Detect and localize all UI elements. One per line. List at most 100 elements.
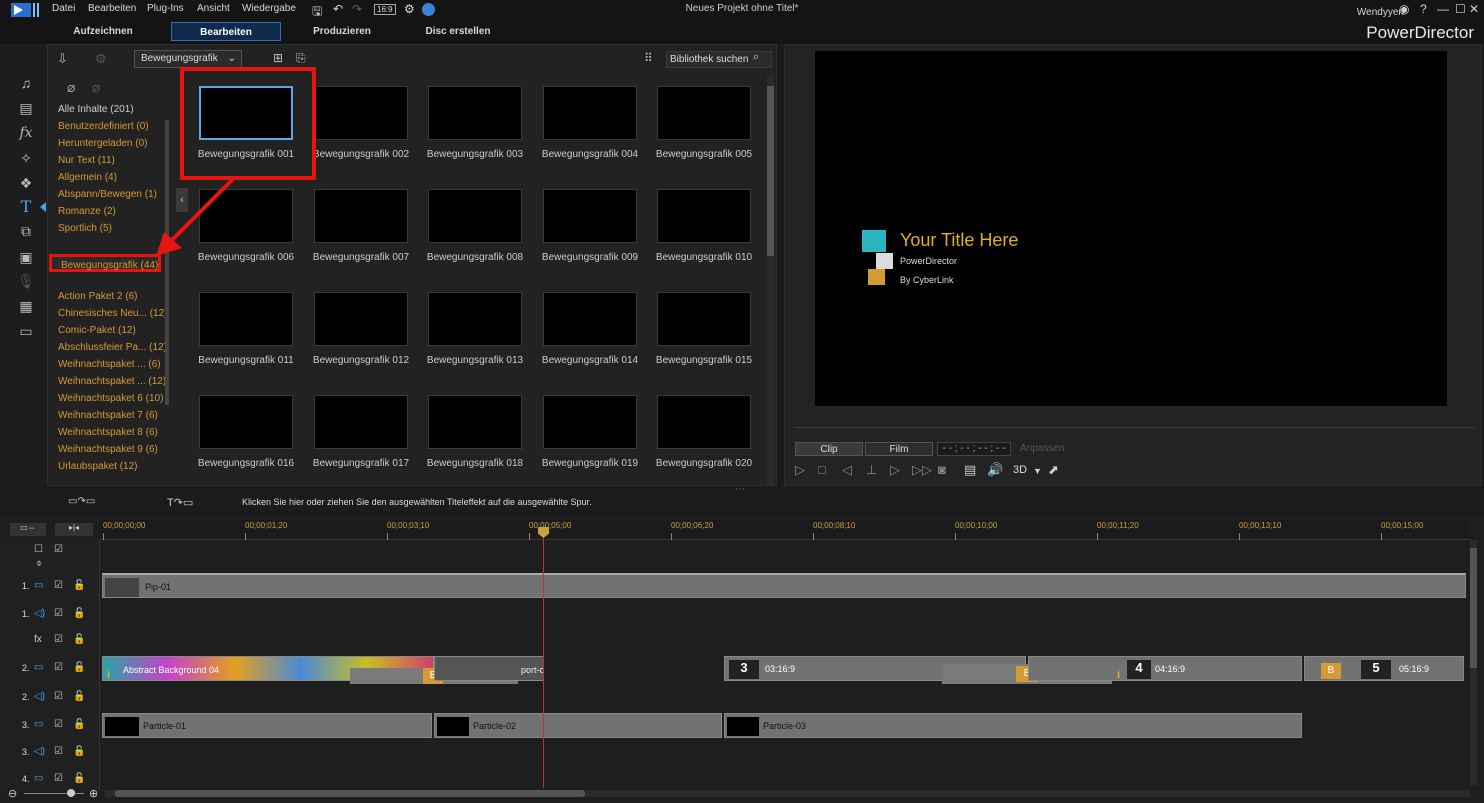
track-lock-icon[interactable]: 🔓	[73, 662, 85, 673]
zoom-slider[interactable]	[24, 793, 84, 794]
title-thumbnail[interactable]	[657, 395, 751, 449]
split-icon[interactable]: ⊥	[866, 462, 877, 478]
timeline-vertical-thumb[interactable]	[1470, 548, 1477, 668]
track-enable-checkbox[interactable]: ☑	[54, 634, 63, 645]
tab-produce[interactable]: Produzieren	[290, 22, 394, 41]
category-item[interactable]: Weihnachtspaket 9 (6)	[58, 444, 158, 455]
category-item[interactable]: Bewegungsgrafik (44)	[49, 254, 161, 272]
title-thumbnail[interactable]	[428, 292, 522, 346]
transition-room-icon[interactable]: ⧉	[14, 220, 38, 242]
title-thumbnail[interactable]	[199, 292, 293, 346]
track-enable-checkbox[interactable]: ☑	[54, 719, 63, 730]
user-avatar-icon[interactable]: ◉	[1399, 2, 1409, 16]
title-thumbnail[interactable]	[657, 86, 751, 140]
snapshot-icon[interactable]: ◙	[938, 462, 946, 477]
undock-icon[interactable]: ⬈	[1048, 462, 1059, 478]
help-icon[interactable]: ?	[1420, 2, 1427, 16]
title-thumbnail[interactable]	[314, 395, 408, 449]
remove-tag-icon[interactable]: ⌀	[92, 79, 100, 96]
voice-over-icon[interactable]: 🎙	[14, 270, 38, 292]
search-icon[interactable]: ⌕	[753, 51, 759, 64]
track-enable-checkbox[interactable]: ☑	[54, 662, 63, 673]
title-thumbnail[interactable]	[657, 189, 751, 243]
preview-screen[interactable]	[815, 51, 1447, 406]
tab-capture[interactable]: Aufzeichnen	[50, 22, 156, 41]
subtitle-icon[interactable]: ▤	[964, 462, 976, 478]
category-item[interactable]: Heruntergeladen (0)	[58, 138, 148, 149]
particle-clip-2[interactable]: Particle-02	[434, 713, 722, 738]
category-item[interactable]: Alle Inhalte (201)	[58, 104, 134, 115]
chapter-room-icon[interactable]: ▦	[14, 295, 38, 317]
category-item[interactable]: Abspann/Bewegen (1)	[58, 189, 157, 200]
port-clip[interactable]: port-c	[434, 656, 544, 681]
fx-track-icon[interactable]: fx	[34, 634, 42, 645]
title-thumbnail[interactable]	[199, 395, 293, 449]
category-item[interactable]: Action Paket 2 (6)	[58, 291, 137, 302]
category-item[interactable]: Nur Text (11)	[58, 155, 115, 166]
track-lock-icon[interactable]: 🔓	[73, 634, 85, 645]
category-item[interactable]: Benutzerdefiniert (0)	[58, 121, 149, 132]
track-lock-icon[interactable]: 🔓	[73, 746, 85, 757]
audio-mixing-room-icon[interactable]: ▣	[14, 246, 38, 268]
film-mode-button[interactable]: Film	[865, 442, 933, 456]
stop-icon[interactable]: □	[818, 462, 826, 477]
close-icon[interactable]: ✕	[1469, 2, 1479, 16]
3d-chevron-icon[interactable]: ▼	[1033, 466, 1042, 476]
media-room-icon[interactable]: ♫	[14, 72, 38, 94]
fit-dropdown[interactable]: Anpassen	[1020, 443, 1064, 454]
maximize-icon[interactable]: ☐	[1455, 2, 1466, 16]
plugin-icon[interactable]: ⚙	[95, 51, 107, 67]
tab-edit[interactable]: Bearbeiten	[171, 22, 281, 41]
title-thumbnail[interactable]	[428, 86, 522, 140]
subtitle-room-icon[interactable]: ▭	[14, 320, 38, 342]
zoom-slider-knob[interactable]	[67, 789, 75, 797]
category-item[interactable]: Romanze (2)	[58, 206, 116, 217]
timecode-display[interactable]: - - ; - - ; - - ; - -	[937, 442, 1011, 456]
import-icon[interactable]: ⇩	[57, 51, 68, 67]
title-thumbnail[interactable]	[428, 189, 522, 243]
user-name[interactable]: Wendyyen	[1357, 7, 1404, 18]
track-enable-checkbox[interactable]: ☑	[54, 608, 63, 619]
title-thumbnail[interactable]	[543, 189, 637, 243]
track-lock-icon[interactable]: 🔓	[73, 691, 85, 702]
previous-frame-icon[interactable]: ◁	[842, 462, 852, 478]
track-enable-checkbox[interactable]: ☑	[54, 746, 63, 757]
tab-create-disc[interactable]: Disc erstellen	[405, 22, 511, 41]
title-thumbnail[interactable]	[543, 292, 637, 346]
zoom-in-icon[interactable]: ⊕	[89, 787, 98, 800]
category-item[interactable]: Chinesisches Neu... (12)	[58, 308, 168, 319]
category-item[interactable]: Weihnachtspaket ... (12)	[58, 376, 166, 387]
category-item[interactable]: Sportlich (5)	[58, 223, 112, 234]
title-thumbnail[interactable]	[543, 86, 637, 140]
audio-track-icon[interactable]: ◁)	[34, 746, 45, 757]
track-enable-checkbox[interactable]: ☑	[54, 691, 63, 702]
title-clip-4[interactable]: i 4 04:16:9	[1028, 656, 1302, 681]
category-item[interactable]: Weihnachtspaket ... (6)	[58, 359, 161, 370]
all-tracks-check-icon[interactable]: ☑	[54, 544, 63, 555]
volume-icon[interactable]: 🔊	[987, 462, 1003, 478]
audio-track-icon[interactable]: ◁)	[34, 691, 45, 702]
insert-mode-icon[interactable]: ▭↷▭	[68, 496, 95, 507]
audio-track-icon[interactable]: ◁)	[34, 608, 45, 619]
add-title-icon[interactable]: ⊞	[273, 51, 283, 65]
track-lock-icon[interactable]: 🔓	[73, 608, 85, 619]
preview-seek-bar[interactable]	[795, 427, 1475, 428]
particle-clip-3[interactable]: Particle-03	[724, 713, 1302, 738]
category-item[interactable]: Comic-Paket (12)	[58, 325, 136, 336]
video-track-icon[interactable]: ▭	[34, 662, 43, 673]
video-track-icon[interactable]: ▭	[34, 719, 43, 730]
title-thumbnail[interactable]	[543, 395, 637, 449]
minimize-icon[interactable]: —	[1437, 2, 1449, 16]
add-tag-icon[interactable]: ⌀	[67, 79, 75, 96]
play-icon[interactable]: ▷	[795, 462, 805, 478]
track-enable-checkbox[interactable]: ☑	[54, 580, 63, 591]
grid-scrollbar-thumb[interactable]	[767, 86, 774, 256]
track-visibility-icon[interactable]: ☐	[34, 544, 43, 555]
title-thumbnail[interactable]	[428, 395, 522, 449]
template-room-icon[interactable]: ▤	[14, 97, 38, 119]
grid-view-icon[interactable]: ⠿	[644, 51, 653, 65]
title-thumbnail[interactable]	[657, 292, 751, 346]
title-thumbnail[interactable]	[314, 86, 408, 140]
timeline-horizontal-thumb[interactable]	[115, 790, 585, 797]
3d-mode-button[interactable]: 3D	[1013, 464, 1027, 476]
